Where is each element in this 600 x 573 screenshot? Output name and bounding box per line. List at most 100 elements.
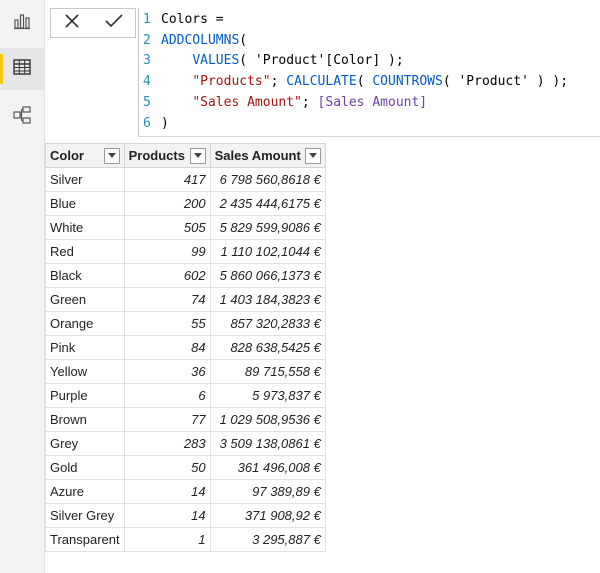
model-icon [12,105,32,130]
cell-color[interactable]: Yellow [45,359,125,384]
cell-products[interactable]: 14 [123,503,211,528]
cell-products[interactable]: 99 [123,239,211,264]
table-row[interactable]: Blue 200 2 435 444,6175 € [45,191,326,216]
table-row[interactable]: Green 74 1 403 184,3823 € [45,287,326,312]
code-line: 3 VALUES( 'Product'[Color] ); [139,51,404,71]
table-icon [12,57,32,82]
cell-products[interactable]: 505 [123,215,211,240]
cell-color[interactable]: Orange [45,311,125,336]
report-view-button[interactable] [0,2,44,44]
table-row[interactable]: Grey 283 3 509 138,0861 € [45,431,326,456]
cell-products[interactable]: 14 [123,479,211,504]
code-token: "Sales Amount" [192,94,302,110]
table-row[interactable]: Transparent 1 3 295,887 € [45,527,326,552]
cell-color[interactable]: Silver Grey [45,503,125,528]
cell-color[interactable]: Blue [45,191,125,216]
cell-products[interactable]: 55 [123,311,211,336]
table-row[interactable]: Black 602 5 860 066,1373 € [45,263,326,288]
cell-products[interactable]: 417 [123,167,211,192]
cell-color[interactable]: Purple [45,383,125,408]
cell-products[interactable]: 200 [123,191,211,216]
cell-color[interactable]: Brown [45,407,125,432]
code-line: 4 "Products"; CALCULATE( COUNTROWS( 'Pro… [139,72,568,92]
commit-button[interactable] [102,11,126,35]
data-view-button[interactable] [0,48,44,90]
column-header-products[interactable]: Products [123,143,211,168]
cell-products[interactable]: 602 [123,263,211,288]
cell-products[interactable]: 6 [123,383,211,408]
table-row[interactable]: Silver Grey 14 371 908,92 € [45,503,326,528]
cell-sales-amount[interactable]: 3 509 138,0861 € [209,431,326,456]
filter-dropdown-icon[interactable] [189,147,206,164]
cell-products[interactable]: 283 [123,431,211,456]
cell-color[interactable]: White [45,215,125,240]
cell-sales-amount[interactable]: 6 798 560,8618 € [209,167,326,192]
column-header-sales-amount[interactable]: Sales Amount [209,143,326,168]
cell-sales-amount[interactable]: 5 829 599,9086 € [209,215,326,240]
cell-sales-amount[interactable]: 828 638,5425 € [209,335,326,360]
code-line: 6) [139,114,169,134]
table-row[interactable]: Azure 14 97 389,89 € [45,479,326,504]
code-line: 5 "Sales Amount"; [Sales Amount] [139,93,427,113]
code-token: ( 'Product'[Color] ); [239,53,404,69]
table-row[interactable]: Red 99 1 110 102,1044 € [45,239,326,264]
cell-products[interactable]: 1 [123,527,211,552]
cell-color[interactable]: Silver [45,167,125,192]
cell-color[interactable]: Grey [45,431,125,456]
code-token: ; [301,94,318,110]
cell-products[interactable]: 84 [123,335,211,360]
cell-color[interactable]: Azure [45,479,125,504]
code-token: [Sales Amount] [317,94,428,110]
cell-color[interactable]: Pink [45,335,125,360]
cell-color[interactable]: Gold [45,455,125,480]
code-token: ) [161,115,169,131]
view-rail [0,0,45,573]
cell-products[interactable]: 74 [123,287,211,312]
table-row[interactable]: Orange 55 857 320,2833 € [45,311,326,336]
cell-sales-amount[interactable]: 5 973,837 € [209,383,326,408]
code-token: ADDCOLUMNS [161,32,240,48]
table-row[interactable]: Gold 50 361 496,008 € [45,455,326,480]
filter-dropdown-icon[interactable] [103,147,120,164]
cell-color[interactable]: Green [45,287,125,312]
cell-sales-amount[interactable]: 1 029 508,9536 € [209,407,326,432]
cell-sales-amount[interactable]: 361 496,008 € [209,455,326,480]
table-row[interactable]: Yellow 36 89 715,558 € [45,359,326,384]
cell-sales-amount[interactable]: 3 295,887 € [209,527,326,552]
code-token: ( 'Product' ) ); [442,74,569,90]
table-row[interactable]: White 505 5 829 599,9086 € [45,215,326,240]
cell-sales-amount[interactable]: 371 908,92 € [209,503,326,528]
cell-products[interactable]: 77 [123,407,211,432]
code-token: VALUES [192,53,240,69]
cell-products[interactable]: 50 [123,455,211,480]
table-row[interactable]: Brown 77 1 029 508,9536 € [45,407,326,432]
code-token: "Products" [192,74,271,90]
table-row[interactable]: Pink 84 828 638,5425 € [45,335,326,360]
cell-color[interactable]: Red [45,239,125,264]
code-token: Colors = [161,12,224,27]
header-row: Color Products Sales Amount [45,143,326,168]
cell-sales-amount[interactable]: 97 389,89 € [209,479,326,504]
cell-sales-amount[interactable]: 1 110 102,1044 € [209,239,326,264]
table-body: Silver 417 6 798 560,8618 € Blue 200 2 435 44… [45,167,326,552]
cell-sales-amount[interactable]: 2 435 444,6175 € [209,191,326,216]
formula-bar-buttons [50,8,136,38]
cell-products[interactable]: 36 [123,359,211,384]
cell-color[interactable]: Transparent [45,527,125,552]
cancel-button[interactable] [60,11,84,35]
filter-dropdown-icon[interactable] [304,147,321,164]
cell-sales-amount[interactable]: 1 403 184,3823 € [209,287,326,312]
line-number: 2 [143,32,151,48]
cell-sales-amount[interactable]: 857 320,2833 € [209,311,326,336]
cell-sales-amount[interactable]: 89 715,558 € [209,359,326,384]
table-row[interactable]: Purple 6 5 973,837 € [45,383,326,408]
column-header-color[interactable]: Color [45,143,125,168]
code-token: ( [239,32,248,48]
table-row[interactable]: Silver 417 6 798 560,8618 € [45,167,326,192]
cell-sales-amount[interactable]: 5 860 066,1373 € [209,263,326,288]
check-icon [104,13,124,34]
cell-color[interactable]: Black [45,263,125,288]
model-view-button[interactable] [0,96,44,138]
formula-editor[interactable]: 1 Colors = 2 ADDCOLUMNS(3 VALUES( 'Product'… [138,8,600,137]
